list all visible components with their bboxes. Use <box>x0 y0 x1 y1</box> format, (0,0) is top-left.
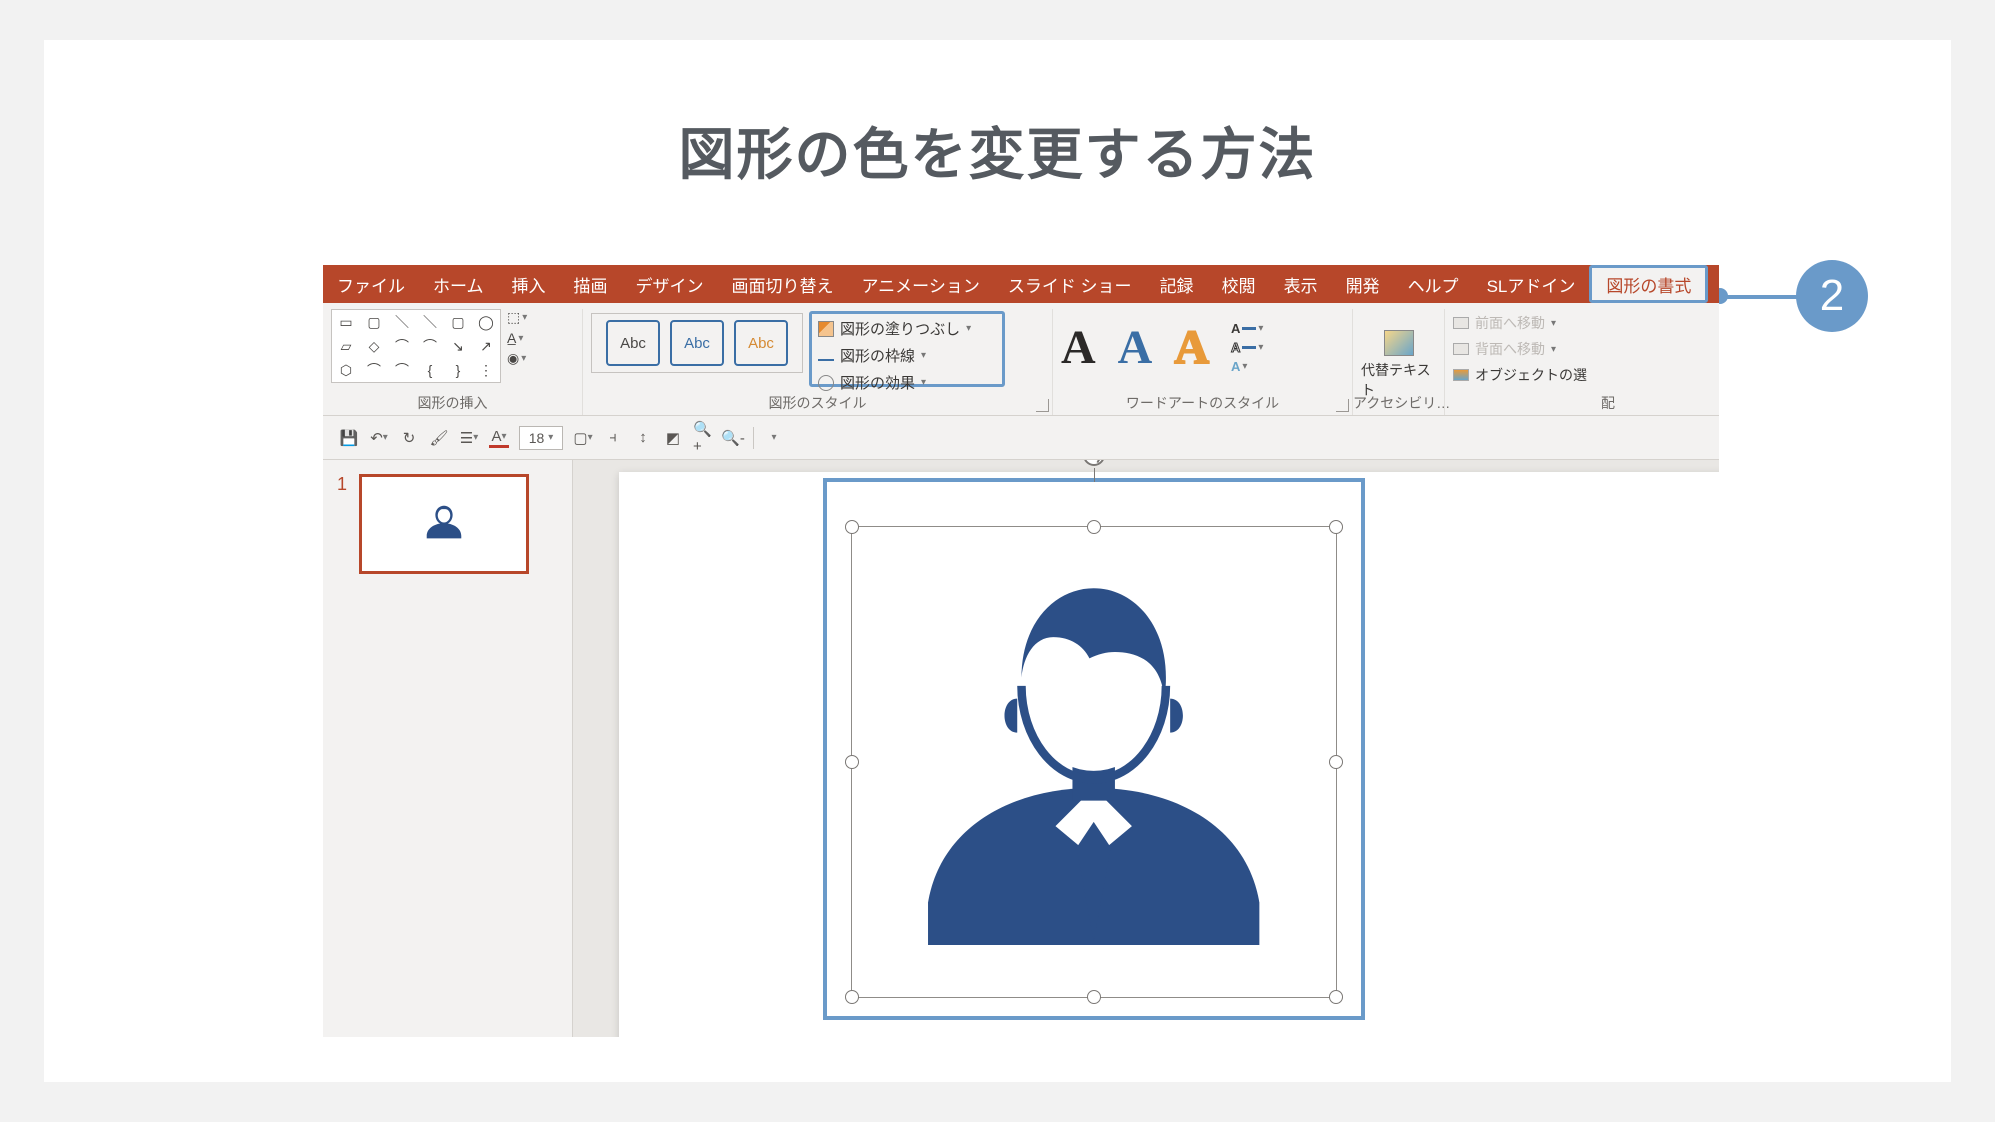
selection-pane-icon <box>1453 369 1469 381</box>
text-box-button[interactable]: A̲▾ <box>507 330 557 346</box>
fill-outline-effect-highlight: 図形の塗りつぶし ▾ 図形の枠線 ▾ 図形の効果 ▾ <box>809 311 1005 387</box>
rotate-handle[interactable] <box>1083 460 1105 466</box>
person-shape[interactable] <box>851 526 1337 998</box>
qat-customize-icon[interactable]: ▾ <box>764 428 784 448</box>
bring-forward-icon <box>1453 317 1469 329</box>
thumbnail-row-1[interactable]: 1 <box>337 474 558 574</box>
slide-canvas-pane[interactable] <box>573 460 1719 1037</box>
merge-icon: ◉ <box>507 350 519 367</box>
zoom-in-icon[interactable]: 🔍+ <box>693 428 713 448</box>
send-backward-label: 背面へ移動 <box>1475 339 1545 359</box>
tutorial-slide: 図形の色を変更する方法 1 2 ファイル ホーム 挿入 描画 デザイン 画面切り… <box>44 40 1951 1082</box>
thumbnail-number: 1 <box>337 474 347 495</box>
selected-shape-wrapper[interactable] <box>829 484 1359 1014</box>
align-icon[interactable]: ⫞ <box>603 428 623 448</box>
shape-tool-icon[interactable]: ▢▾ <box>573 428 593 448</box>
undo-icon[interactable]: ↶▾ <box>369 428 389 448</box>
edit-shape-button[interactable]: ⬚▾ <box>507 309 557 326</box>
tab-file[interactable]: ファイル <box>323 265 419 303</box>
send-backward-icon <box>1453 343 1469 355</box>
bring-forward-label: 前面へ移動 <box>1475 313 1545 333</box>
shapes-gallery[interactable]: ▭▢＼＼▢◯ ▱◇⌒⌒↘↗ ⬡⌒⌒{}⋮ <box>331 309 501 383</box>
tab-draw[interactable]: 描画 <box>560 265 622 303</box>
tab-slideshow[interactable]: スライド ショー <box>994 265 1146 303</box>
group-arrange: 前面へ移動▾ 背面へ移動▾ オブジェクトの選 配 <box>1445 309 1615 415</box>
redo-icon[interactable]: ↻ <box>399 428 419 448</box>
shape-fill-label: 図形の塗りつぶし <box>840 318 960 339</box>
alt-text-icon <box>1384 330 1414 356</box>
ribbon-tabs: ファイル ホーム 挿入 描画 デザイン 画面切り替え アニメーション スライド … <box>323 265 1719 303</box>
slide-thumbnail-1[interactable] <box>359 474 529 574</box>
editing-area: 1 <box>323 460 1719 1037</box>
shape-outline-button[interactable]: 図形の枠線 ▾ <box>818 345 996 366</box>
tab-help[interactable]: ヘルプ <box>1394 265 1473 303</box>
edit-shape-icon: ⬚ <box>507 309 520 326</box>
shape-style-gallery[interactable]: Abc Abc Abc <box>591 313 803 373</box>
text-fill-button[interactable]: A▾ <box>1231 321 1263 336</box>
slide-thumbnails-pane[interactable]: 1 <box>323 460 573 1037</box>
format-painter-icon[interactable]: 🖌 <box>429 428 449 448</box>
group-accessibility-label: アクセシビリ… <box>1353 393 1444 413</box>
tab-shape-format[interactable]: 図形の書式 <box>1589 265 1708 303</box>
font-size-input[interactable]: 18▾ <box>519 426 563 450</box>
bring-forward-button[interactable]: 前面へ移動▾ <box>1453 313 1607 333</box>
tab-record[interactable]: 記録 <box>1146 265 1208 303</box>
font-color-icon[interactable]: A▾ <box>489 428 509 448</box>
zoom-out-icon[interactable]: 🔍- <box>723 428 743 448</box>
selection-pane-label: オブジェクトの選 <box>1475 365 1587 385</box>
tab-home[interactable]: ホーム <box>419 265 498 303</box>
person-icon <box>420 500 468 548</box>
tab-insert[interactable]: 挿入 <box>498 265 560 303</box>
shape-style-preset-2[interactable]: Abc <box>670 320 724 366</box>
shape-effects-button[interactable]: 図形の効果 ▾ <box>818 372 996 393</box>
tab-developer[interactable]: 開発 <box>1332 265 1394 303</box>
shape-effects-label: 図形の効果 <box>840 372 915 393</box>
shape-outline-label: 図形の枠線 <box>840 345 915 366</box>
pen-icon <box>818 351 834 361</box>
text-outline-button[interactable]: A▾ <box>1231 340 1263 355</box>
powerpoint-window: ファイル ホーム 挿入 描画 デザイン 画面切り替え アニメーション スライド … <box>323 265 1719 1037</box>
save-icon[interactable]: 💾 <box>339 428 359 448</box>
tab-view[interactable]: 表示 <box>1270 265 1332 303</box>
group-shape-styles: Abc Abc Abc 図形の塗りつぶし ▾ 図形の枠線 <box>583 309 1053 415</box>
bullets-icon[interactable]: ☰▾ <box>459 428 479 448</box>
selection-pane-button[interactable]: オブジェクトの選 <box>1453 365 1607 385</box>
send-backward-button[interactable]: 背面へ移動▾ <box>1453 339 1607 359</box>
wordart-preset-2[interactable]: A <box>1118 320 1153 375</box>
effects-icon <box>818 375 834 391</box>
group-accessibility: 代替テキスト アクセシビリ… <box>1353 309 1445 415</box>
wordart-preset-3[interactable]: A <box>1174 320 1209 375</box>
shape-style-preset-3[interactable]: Abc <box>734 320 788 366</box>
group-insert-shapes-label: 図形の挿入 <box>323 393 582 413</box>
textbox-icon: A̲ <box>507 330 516 346</box>
page-title: 図形の色を変更する方法 <box>44 110 1951 191</box>
tab-animations[interactable]: アニメーション <box>848 265 994 303</box>
ribbon-content: ▭▢＼＼▢◯ ▱◇⌒⌒↘↗ ⬡⌒⌒{}⋮ ⬚▾ A̲▾ ◉▾ 図形の挿入 <box>323 303 1719 416</box>
callout-2-badge: 2 <box>1796 260 1868 332</box>
bucket-icon <box>818 321 834 337</box>
shape-fill-button[interactable]: 図形の塗りつぶし ▾ <box>818 318 996 339</box>
alt-text-button[interactable]: 代替テキスト <box>1361 330 1436 400</box>
callout-2-line <box>1720 295 1798 299</box>
slide-canvas[interactable] <box>619 472 1719 1037</box>
text-effects-button[interactable]: A▾ <box>1231 359 1263 374</box>
tab-sl-addin[interactable]: SLアドイン <box>1473 265 1590 303</box>
group-insert-shapes: ▭▢＼＼▢◯ ▱◇⌒⌒↘↗ ⬡⌒⌒{}⋮ ⬚▾ A̲▾ ◉▾ 図形の挿入 <box>323 309 583 415</box>
group-arrange-label: 配 <box>1445 393 1615 413</box>
group-wordart-styles: A A A A▾ A▾ A▾ ワードアートのスタイル <box>1053 309 1353 415</box>
group-shape-styles-label: 図形のスタイル <box>583 393 1052 413</box>
tab-review[interactable]: 校閲 <box>1208 265 1270 303</box>
shape-style-preset-1[interactable]: Abc <box>606 320 660 366</box>
wordart-preset-1[interactable]: A <box>1061 320 1096 375</box>
shape-styles-dialog-launcher[interactable] <box>1036 399 1049 412</box>
group-wordart-label: ワードアートのスタイル <box>1053 393 1352 413</box>
merge-shapes-button[interactable]: ◉▾ <box>507 350 557 367</box>
wordart-dialog-launcher[interactable] <box>1336 399 1349 412</box>
quick-access-toolbar: 💾 ↶▾ ↻ 🖌 ☰▾ A▾ 18▾ ▢▾ ⫞ ↕ ◩ 🔍+ 🔍- ▾ <box>323 416 1719 460</box>
tab-transitions[interactable]: 画面切り替え <box>718 265 848 303</box>
spacing-icon[interactable]: ↕ <box>633 428 653 448</box>
crop-icon[interactable]: ◩ <box>663 428 683 448</box>
tab-design[interactable]: デザイン <box>622 265 718 303</box>
qat-separator <box>753 427 754 449</box>
